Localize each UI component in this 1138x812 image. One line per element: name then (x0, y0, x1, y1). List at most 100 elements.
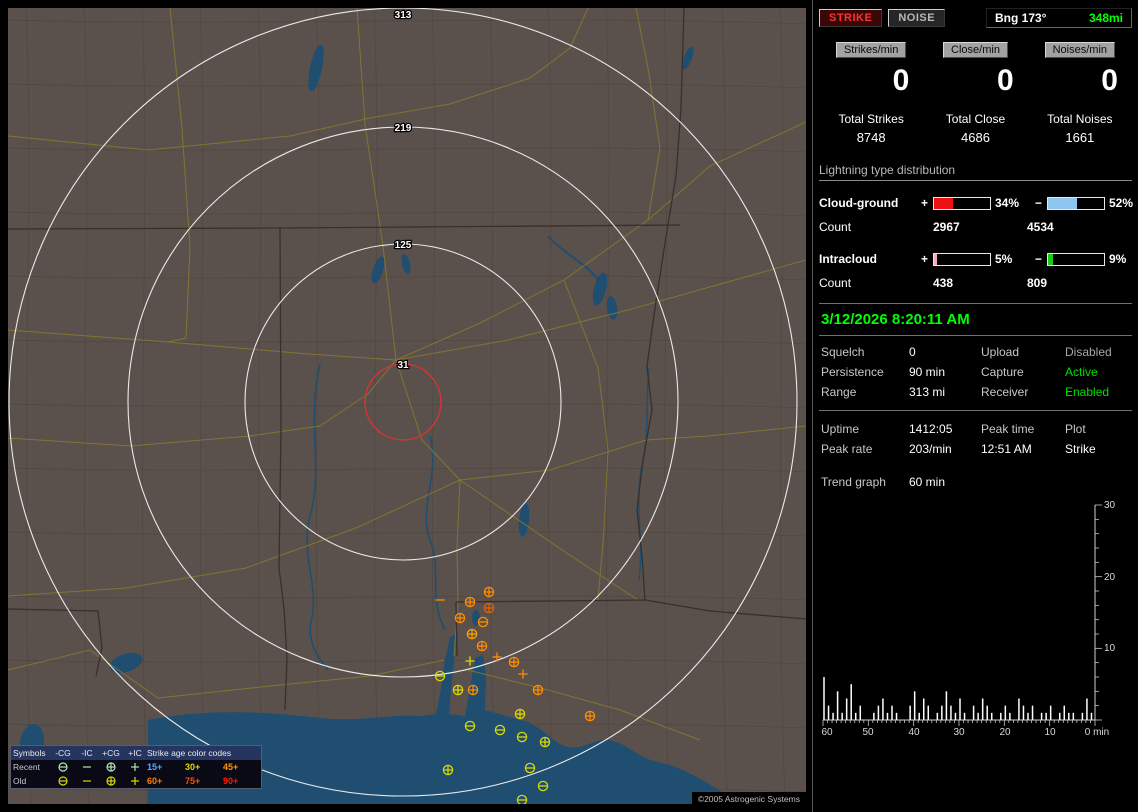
settings-row: Squelch 0 Upload Disabled (821, 342, 1130, 362)
strikes-per-min-button[interactable]: Strikes/min (835, 42, 907, 58)
trend-window-value: 60 min (909, 475, 946, 489)
pos-cg-icon (106, 762, 116, 772)
count-label: Count (819, 220, 852, 234)
total-strikes-label: Total Strikes (838, 112, 904, 126)
peak-time-label: Peak time (981, 422, 1035, 436)
legend-age-header: Strike age color codes (147, 748, 232, 758)
legend-type-pos-ic: +IC (128, 748, 142, 758)
noises-counter: Noises/min 0 Total Noises 1661 (1028, 42, 1132, 145)
trend-bars (823, 677, 1093, 720)
plus-sign: + (921, 196, 929, 210)
stats-table: Uptime 1412:05 Peak time Plot Peak rate … (819, 411, 1132, 459)
pos-ic-icon (131, 763, 139, 771)
neg-cg-icon (58, 776, 68, 786)
rate-counters: Strikes/min 0 Total Strikes 8748 Close/m… (819, 42, 1132, 145)
cloud-ground-label: Cloud-ground (819, 196, 899, 210)
strike-legend: Symbols -CG -IC +CG +IC Strike age color… (10, 745, 262, 789)
legend-old-label: Old (13, 776, 27, 786)
capture-status: Active (1065, 365, 1098, 379)
total-close-value: 4686 (961, 130, 990, 145)
bearing-readout: Bng 173° 348mi (986, 8, 1132, 28)
legend-header: Symbols -CG -IC +CG +IC Strike age color… (11, 746, 261, 760)
legend-recent-symbols (51, 761, 147, 773)
total-noises-label: Total Noises (1047, 112, 1113, 126)
x-tick-40: 40 (908, 727, 920, 738)
pos-cg-icon (106, 776, 116, 786)
x-tick-0: 0 min (1085, 727, 1109, 738)
legend-symbols-header: Symbols (13, 748, 46, 758)
ic-negative-bar (1047, 252, 1105, 266)
settings-row: Persistence 90 min Capture Active (821, 362, 1130, 382)
x-tick-30: 30 (953, 727, 965, 738)
plot-label: Plot (1065, 422, 1086, 436)
neg-ic-icon (83, 780, 91, 782)
plus-sign: + (921, 252, 929, 266)
neg-ic-icon (83, 766, 91, 768)
range-ring-label: 313 (395, 10, 412, 21)
peak-rate-label: Peak rate (821, 442, 873, 456)
cg-negative-pct: 52% (1109, 196, 1134, 210)
ic-positive-count: 438 (933, 276, 954, 290)
bearing-value: Bng 173° (995, 11, 1047, 25)
close-per-min-value: 0 (996, 64, 1014, 97)
age-60: 60+ (147, 776, 163, 786)
close-per-min-button[interactable]: Close/min (943, 42, 1008, 58)
receiver-status: Enabled (1065, 385, 1110, 399)
y-tick-30: 30 (1104, 500, 1116, 511)
strike-mode-button[interactable]: STRIKE (819, 9, 883, 27)
current-datetime: 3/12/2026 8:20:11 AM (821, 311, 970, 328)
distribution-title: Lightning type distribution (819, 163, 1132, 181)
intracloud-label: Intracloud (819, 252, 878, 266)
settings-table: Squelch 0 Upload Disabled Persistence 90… (819, 336, 1132, 411)
datetime-box: 3/12/2026 8:20:11 AM (819, 303, 1132, 336)
cg-negative-bar (1047, 196, 1105, 210)
capture-label: Capture (981, 365, 1024, 379)
legend-old-row: Old 60+ 75+ 90+ (11, 774, 261, 788)
uptime-value: 1412:05 (909, 422, 953, 436)
cloud-ground-counts: Count 2967 4534 (819, 215, 1132, 239)
lightning-detector-app: 313 219 125 31 Symbols -CG -IC +CG +IC Stri… (0, 0, 1138, 812)
bearing-distance: 348mi (1088, 11, 1123, 25)
peak-time-value: 12:51 AM (981, 442, 1032, 456)
noises-per-min-value: 0 (1101, 64, 1118, 97)
mode-row: STRIKE NOISE Bng 173° 348mi (819, 8, 1132, 28)
y-tick-20: 20 (1104, 572, 1116, 583)
plot-value: Strike (1065, 442, 1096, 456)
ic-positive-bar (933, 252, 991, 266)
trend-graph-canvas: 30 20 10 60 50 40 30 20 10 0 min (821, 500, 1116, 738)
legend-type-neg-cg: -CG (55, 748, 71, 758)
legend-recent-row: Recent 15+ 30+ 45+ (11, 760, 261, 774)
lightning-map[interactable]: 313 219 125 31 Symbols -CG -IC +CG +IC Stri… (8, 8, 806, 806)
range-label: Range (821, 385, 857, 399)
settings-row: Range 313 mi Receiver Enabled (821, 382, 1130, 402)
trend-graph-label: Trend graph (821, 475, 886, 489)
lightning-distribution: Lightning type distribution Cloud-ground… (819, 163, 1134, 295)
close-counter: Close/min 0 Total Close 4686 (923, 42, 1027, 145)
y-tick-10: 10 (1104, 643, 1116, 654)
total-noises-value: 1661 (1065, 130, 1095, 145)
cg-positive-pct: 34% (995, 196, 1020, 210)
squelch-value: 0 (909, 345, 916, 359)
range-ring-label: 219 (395, 123, 412, 134)
trend-graph-header: Trend graph 60 min (819, 475, 1132, 489)
squelch-label: Squelch (821, 345, 865, 359)
pos-ic-icon (131, 777, 139, 785)
cloud-ground-row: Cloud-ground + 34% − 52% (819, 191, 1134, 215)
x-tick-50: 50 (862, 727, 874, 738)
uptime-label: Uptime (821, 422, 860, 436)
map-canvas[interactable]: 313 219 125 31 (8, 8, 806, 804)
total-close-label: Total Close (945, 112, 1006, 126)
minus-sign: − (1035, 196, 1043, 210)
x-tick-60: 60 (821, 727, 833, 738)
legend-type-pos-cg: +CG (102, 748, 120, 758)
x-tick-10: 10 (1044, 727, 1056, 738)
age-90: 90+ (223, 776, 239, 786)
noise-mode-button[interactable]: NOISE (888, 9, 946, 27)
legend-type-neg-ic: -IC (81, 748, 93, 758)
upload-status: Disabled (1065, 345, 1112, 359)
age-75: 75+ (185, 776, 201, 786)
legend-old-symbols (51, 775, 147, 787)
persistence-value: 90 min (909, 365, 946, 379)
strikes-per-min-value: 0 (892, 64, 910, 97)
noises-per-min-button[interactable]: Noises/min (1044, 42, 1116, 58)
